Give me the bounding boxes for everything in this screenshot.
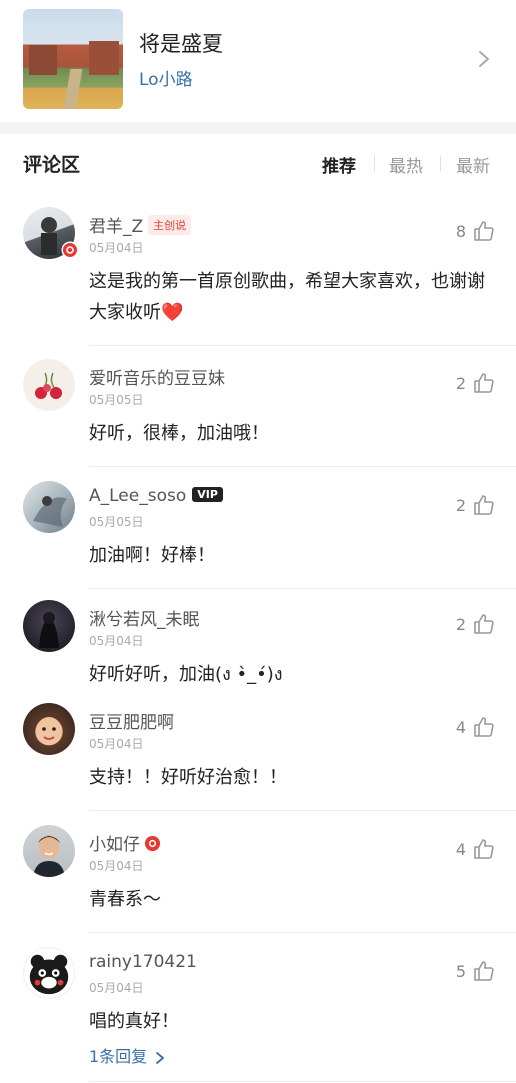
like-count: 4 [455,718,466,737]
avatar[interactable] [23,947,75,999]
like-count: 2 [455,615,466,634]
like-count: 8 [455,222,466,241]
comment-date: 05月05日 [89,515,144,529]
thumbs-up-icon[interactable] [472,612,496,636]
heart-emoji: ❤️ [161,302,184,323]
like-count: 4 [455,840,466,859]
comment-text: 唱的真好！ [89,1011,179,1032]
avatar[interactable] [23,825,75,877]
tab-separator [440,155,441,171]
comment-username[interactable]: 湫兮若风_未眠 [89,605,200,630]
comment-text: 好听好听，加油(ง •̀_•́)ง [89,664,283,685]
chevron-right-icon[interactable] [478,50,490,68]
comment-date: 05月05日 [89,393,144,407]
comment-text: 好听，很棒，加油哦！ [89,423,269,444]
comment-text: 加油啊！好棒！ [89,545,215,566]
thumbs-up-icon[interactable] [472,959,496,983]
thumbs-up-icon[interactable] [472,371,496,395]
comments-section-title: 评论区 [23,154,81,176]
song-title: 将是盛夏 [139,32,223,56]
song-header[interactable]: 将是盛夏 Lo小路 [0,0,516,122]
netease-musician-icon [61,241,79,259]
tab-recommended[interactable]: 推荐 [322,152,356,177]
avatar[interactable] [23,481,75,533]
comment-divider [89,1081,516,1082]
song-artist-link[interactable]: Lo小路 [139,65,193,90]
thumbs-up-icon[interactable] [472,715,496,739]
netease-musician-icon [144,835,161,851]
comment-divider [89,466,516,467]
comment-date: 05月04日 [89,859,144,873]
chevron-right-icon [156,1051,165,1064]
avatar[interactable] [23,703,75,755]
comment-username[interactable]: rainy170421 [89,952,197,972]
thumbs-up-icon[interactable] [472,493,496,517]
tab-separator [374,155,375,171]
comment-text: 支持！！好听好治愈！！ [89,767,287,788]
comment-text: 这是我的第一首原创歌曲，希望大家喜欢，也谢谢大家收听❤️ [89,271,485,323]
thumbs-up-icon[interactable] [472,219,496,243]
view-replies-link[interactable]: 1条回复 [89,1043,165,1067]
comment-divider [89,932,516,933]
comment-username[interactable]: A_Lee_soso VIP [89,486,223,506]
comment-username[interactable]: 君羊_Z 主创说 [89,212,192,237]
comment-date: 05月04日 [89,241,144,255]
comment-divider [89,810,516,811]
like-count: 2 [455,496,466,515]
vip-badge: VIP [192,486,223,502]
comment-divider [89,588,516,589]
comment-username[interactable]: 豆豆肥肥啊 [89,708,174,733]
comment-date: 05月04日 [89,737,144,751]
album-cover[interactable] [23,9,123,109]
comment-divider [89,345,516,346]
comment-date: 05月04日 [89,634,144,648]
comment-username[interactable]: 小如仔 [89,830,161,855]
comment-date: 05月04日 [89,981,144,995]
like-count: 5 [455,962,466,981]
thumbs-up-icon[interactable] [472,837,496,861]
like-count: 2 [455,374,466,393]
section-divider [0,122,516,134]
tab-hottest[interactable]: 最热 [389,152,423,177]
creator-badge: 主创说 [148,215,192,235]
avatar[interactable] [23,600,75,652]
comment-text: 青春系～ [89,889,161,910]
avatar[interactable] [23,359,75,411]
tab-newest[interactable]: 最新 [456,152,490,177]
comment-username[interactable]: 爱听音乐的豆豆妹 [89,364,225,389]
